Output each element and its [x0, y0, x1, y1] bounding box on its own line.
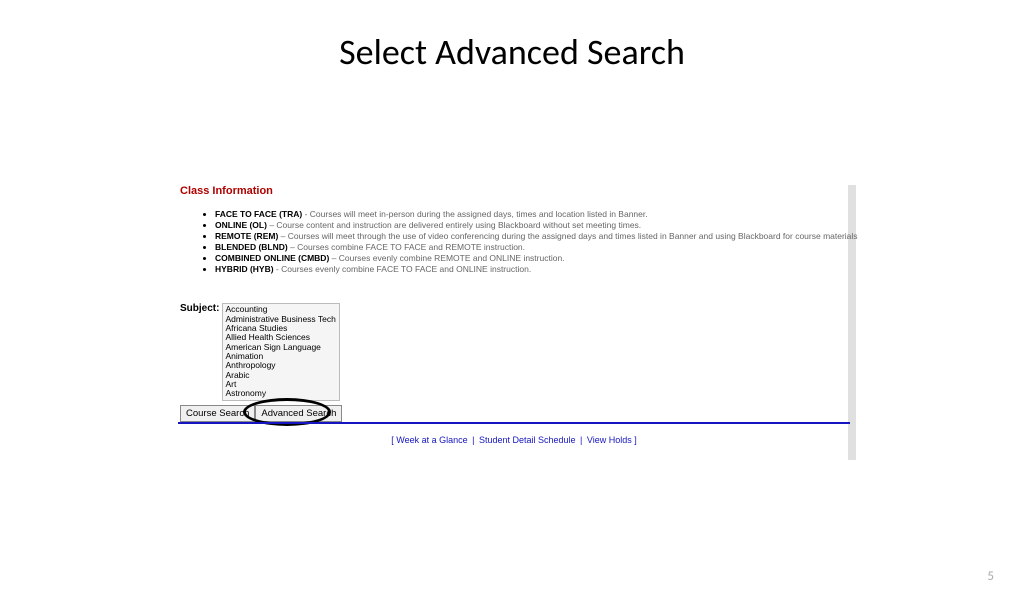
footer-links: [ Week at a Glance | Student Detail Sche… — [180, 435, 848, 445]
subject-select[interactable]: Accounting Administrative Business Tech … — [222, 303, 340, 401]
slide-title: Select Advanced Search — [0, 30, 1024, 74]
list-item: REMOTE (REM) – Courses will meet through… — [215, 231, 860, 242]
subject-label: Subject: — [180, 303, 219, 314]
list-item: COMBINED ONLINE (CMBD) – Courses evenly … — [215, 253, 860, 264]
subject-row: Subject: Accounting Administrative Busin… — [180, 303, 860, 401]
list-item: FACE TO FACE (TRA) - Courses will meet i… — [215, 209, 860, 220]
divider-line — [178, 422, 850, 424]
list-item: ONLINE (OL) – Course content and instruc… — [215, 220, 860, 231]
screenshot-content: Class Information FACE TO FACE (TRA) - C… — [180, 185, 860, 422]
button-row: Course SearchAdvanced Search — [180, 405, 860, 422]
student-detail-schedule-link[interactable]: Student Detail Schedule — [479, 435, 576, 445]
subject-option[interactable]: Arabic — [225, 371, 337, 380]
week-at-a-glance-link[interactable]: Week at a Glance — [396, 435, 467, 445]
view-holds-link[interactable]: View Holds — [587, 435, 632, 445]
class-info-header: Class Information — [180, 185, 860, 197]
subject-option[interactable]: Astronomy — [225, 389, 337, 398]
course-search-button[interactable]: Course Search — [180, 405, 255, 422]
advanced-search-button[interactable]: Advanced Search — [255, 405, 342, 422]
list-item: HYBRID (HYB) - Courses evenly combine FA… — [215, 264, 860, 275]
modality-list: FACE TO FACE (TRA) - Courses will meet i… — [215, 209, 860, 275]
page-number: 5 — [987, 569, 994, 584]
list-item: BLENDED (BLND) – Courses combine FACE TO… — [215, 242, 860, 253]
